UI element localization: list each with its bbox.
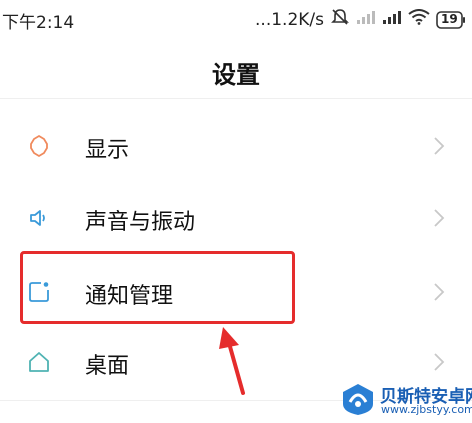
chevron-right-icon [432,135,446,157]
header-divider [0,98,472,99]
battery-icon: 19 [436,10,466,29]
signal-icon [382,9,402,30]
chevron-right-icon [432,351,446,373]
status-bar: 下午2:14 ...1.2K/s 19 [0,0,472,40]
highlight-box [20,251,295,324]
wifi-icon [408,9,430,30]
settings-item-sound[interactable]: 声音与振动 [0,182,472,254]
network-speed: ...1.2K/s [255,9,324,30]
status-right: ...1.2K/s 19 [255,7,466,32]
signal-weak-icon [356,9,376,30]
mute-icon [330,7,350,32]
settings-item-label: 桌面 [85,354,130,379]
chevron-right-icon [432,207,446,229]
battery-level: 19 [441,11,458,26]
speaker-icon [27,206,51,230]
home-icon [27,350,51,374]
settings-item-display[interactable]: 显示 [0,110,472,182]
settings-item-label: 显示 [85,138,130,163]
page-title: 设置 [212,61,260,89]
watermark: 贝斯特安卓网 www.zjbstyy.com [338,380,472,420]
brightness-icon [27,134,51,158]
watermark-url: www.zjbstyy.com [381,403,472,416]
settings-item-label: 声音与振动 [85,210,196,235]
chevron-right-icon [432,281,446,303]
watermark-logo-icon [343,384,373,415]
status-time: 下午2:14 [2,13,75,33]
pointer-arrow-icon [219,327,245,395]
